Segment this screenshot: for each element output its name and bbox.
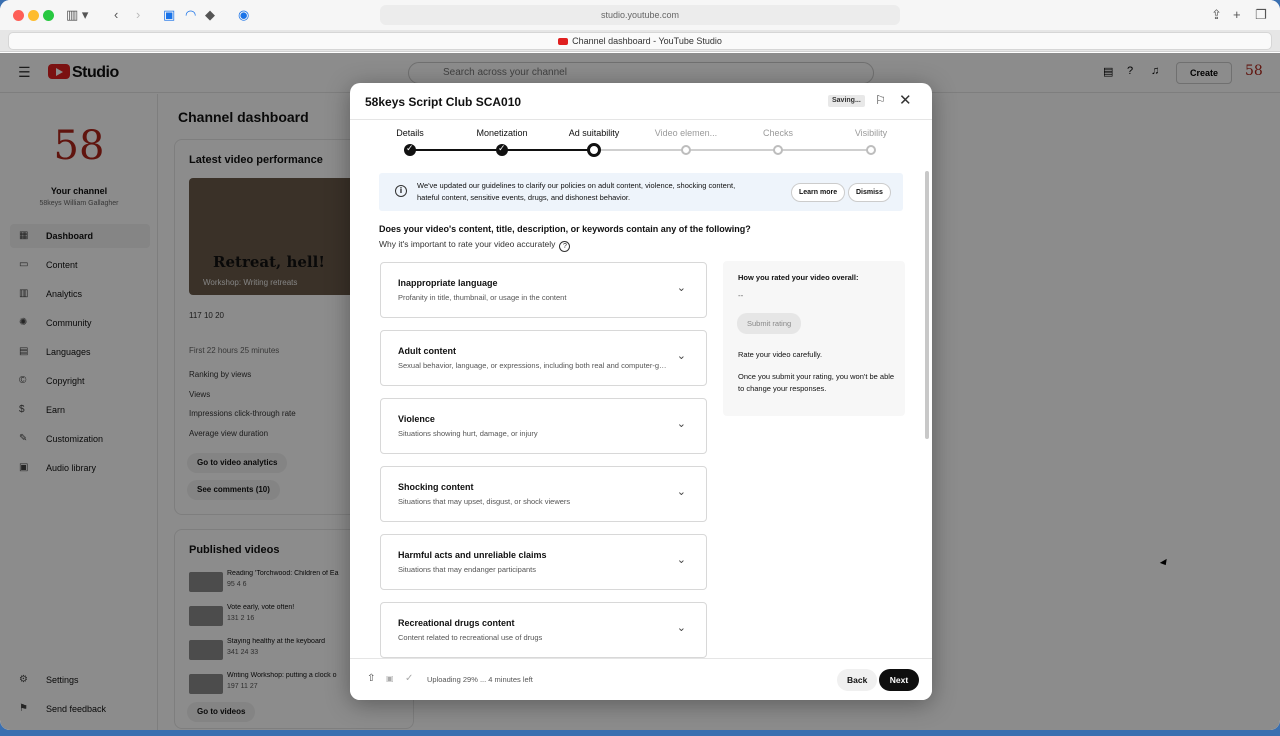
category-description: Profanity in title, thumbnail, or usage … (398, 293, 567, 302)
why-rate-text: Why it's important to rate your video ac… (379, 239, 556, 249)
step-current-icon[interactable] (587, 143, 601, 157)
rating-heading: How you rated your video overall: (738, 273, 859, 282)
step-label[interactable]: Video elemen... (636, 128, 736, 138)
rating-category-adult-content[interactable]: Adult content Sexual behavior, language, … (380, 330, 707, 386)
category-title: Violence (398, 414, 435, 424)
help-icon[interactable]: ? (559, 241, 571, 252)
rating-warning: Once you submit your rating, you won't b… (738, 372, 895, 393)
category-description: Content related to recreational use of d… (398, 633, 543, 642)
browser-window: ▥ ▾ ‹ › ▣ ◠ ◆ ◉ studio.youtube.com ⇪ + ❐… (0, 0, 1280, 730)
dialog-title: 58keys Script Club SCA010 (365, 95, 522, 109)
rating-category-inappropriate-language[interactable]: Inappropriate language Profanity in title… (380, 262, 707, 318)
rating-category-violence[interactable]: Violence Situations showing hurt, damage,… (380, 398, 707, 454)
why-rate-help[interactable]: Why it's important to rate your video ac… (379, 239, 571, 252)
step-todo-icon[interactable] (866, 145, 876, 155)
category-title: Shocking content (398, 482, 474, 492)
step-connector (686, 149, 778, 151)
tab-title: Channel dashboard - YouTube Studio (572, 36, 722, 46)
rating-summary-card: How you rated your video overall: -- Sub… (723, 261, 905, 416)
rating-category-harmful-acts-and-unreliable-claims[interactable]: Harmful acts and unreliable claims Situat… (380, 534, 707, 590)
category-title: Recreational drugs content (398, 618, 515, 628)
policy-info-banner: i We've updated our guidelines to clarif… (379, 173, 903, 211)
forward-nav-icon[interactable]: › (136, 8, 140, 22)
category-title: Inappropriate language (398, 278, 498, 288)
chevron-down-icon[interactable]: ⌄ (677, 281, 686, 294)
back-nav-icon[interactable]: ‹ (114, 8, 118, 22)
saving-badge: Saving... (828, 95, 865, 107)
step-done-icon[interactable] (496, 143, 508, 156)
new-tab-icon[interactable]: + (1233, 8, 1241, 22)
step-connector (778, 149, 871, 151)
step-done-icon[interactable] (404, 143, 416, 156)
category-description: Situations that may endanger participant… (398, 565, 536, 574)
zoom-window-button[interactable] (43, 10, 54, 21)
step-label[interactable]: Details (360, 128, 460, 138)
category-title: Adult content (398, 346, 456, 356)
sidebar-toggle-icon[interactable]: ▥ ▾ (66, 8, 88, 22)
tab-bar: Channel dashboard - YouTube Studio (0, 30, 1280, 52)
category-description: Sexual behavior, language, or expression… (398, 361, 668, 370)
divider (350, 119, 932, 120)
rating-category-recreational-drugs-content[interactable]: Recreational drugs content Content relate… (380, 602, 707, 658)
step-todo-icon[interactable] (681, 145, 691, 155)
rating-category-shocking-content[interactable]: Shocking content Situations that may upse… (380, 466, 707, 522)
next-button[interactable]: Next (879, 669, 919, 691)
close-icon[interactable]: ✕ (899, 91, 912, 109)
check-circle-icon: ✓ (405, 673, 414, 684)
dialog-scrollbar[interactable] (925, 171, 929, 439)
learn-more-button[interactable]: Learn more (791, 183, 846, 202)
minimize-window-button[interactable] (28, 10, 39, 21)
dialog-footer: ⇧ ▣ ✓ Uploading 29% ... 4 minutes left B… (350, 658, 932, 700)
chevron-down-icon[interactable]: ⌄ (677, 621, 686, 634)
category-description: Situations showing hurt, damage, or inju… (398, 429, 538, 438)
rating-note: Rate your video carefully. (738, 350, 823, 359)
back-button[interactable]: Back (837, 669, 878, 691)
chevron-down-icon[interactable]: ⌄ (677, 417, 686, 430)
tab-overview-icon[interactable]: ❐ (1255, 8, 1267, 22)
share-icon[interactable]: ⇪ (1211, 8, 1222, 22)
step-todo-icon[interactable] (773, 145, 783, 155)
step-connector (410, 149, 502, 151)
info-icon: i (395, 185, 407, 197)
upload-dialog: 58keys Script Club SCA010 Saving... ⚐ ✕ … (350, 83, 932, 700)
info-text: We've updated our guidelines to clarify … (417, 181, 736, 202)
step-label[interactable]: Monetization (452, 128, 552, 138)
rating-question: Does your video's content, title, descri… (379, 224, 751, 234)
youtube-favicon-icon (558, 38, 569, 45)
extension-cat-icon[interactable]: ◆ (205, 8, 215, 22)
chevron-down-icon[interactable]: ⌄ (677, 485, 686, 498)
step-label[interactable]: Ad suitability (544, 128, 644, 138)
privacy-icon[interactable]: ◉ (238, 8, 249, 22)
step-connector (502, 149, 594, 151)
step-label[interactable]: Checks (728, 128, 828, 138)
dismiss-button[interactable]: Dismiss (848, 183, 891, 202)
category-description: Situations that may upset, disgust, or s… (398, 497, 571, 506)
address-bar[interactable]: studio.youtube.com (380, 5, 900, 25)
submit-rating-button[interactable]: Submit rating (737, 313, 802, 334)
rss-icon[interactable]: ◠ (185, 8, 196, 22)
step-connector (594, 149, 686, 151)
chevron-down-icon[interactable]: ⌄ (677, 553, 686, 566)
chevron-down-icon[interactable]: ⌄ (677, 349, 686, 362)
extension-icon[interactable]: ▣ (163, 8, 175, 22)
upload-status: Uploading 29% ... 4 minutes left (427, 675, 533, 684)
browser-tab[interactable]: Channel dashboard - YouTube Studio (8, 32, 1272, 50)
rating-value: -- (738, 291, 744, 300)
hd-icon: ▣ (386, 674, 394, 683)
step-label[interactable]: Visibility (821, 128, 921, 138)
feedback-flag-icon[interactable]: ⚐ (875, 93, 886, 107)
close-window-button[interactable] (13, 10, 24, 21)
upload-icon: ⇧ (367, 673, 376, 684)
category-title: Harmful acts and unreliable claims (398, 550, 547, 560)
browser-toolbar: ▥ ▾ ‹ › ▣ ◠ ◆ ◉ studio.youtube.com ⇪ + ❐ (0, 0, 1280, 30)
stepper: Details Monetization Ad suitability Video e… (350, 127, 932, 163)
